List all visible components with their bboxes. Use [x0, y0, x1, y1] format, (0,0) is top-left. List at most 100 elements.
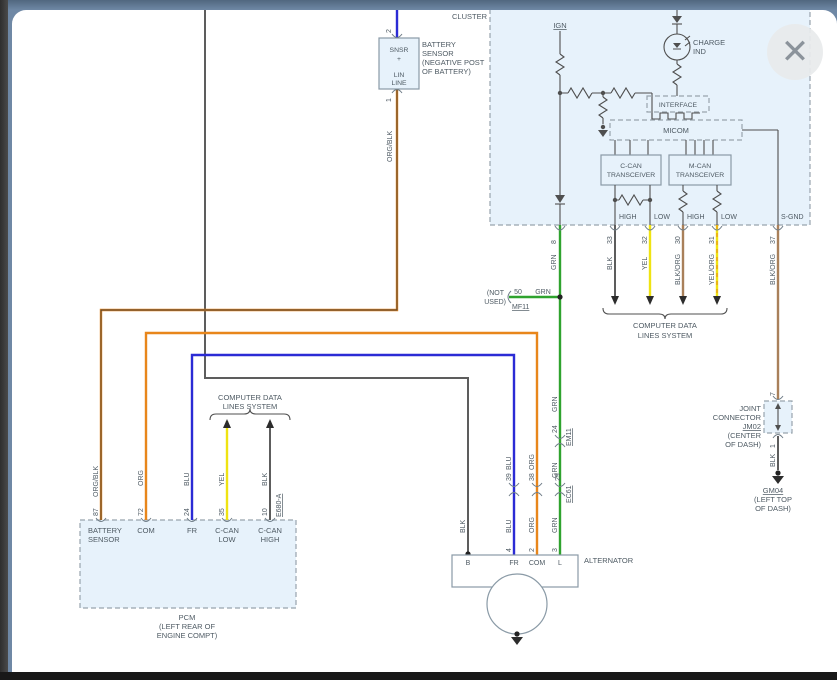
- connector-id: MF11: [512, 304, 529, 311]
- snsr-label: +: [397, 56, 401, 63]
- pin-number: 37: [770, 236, 777, 244]
- pin-number: 4: [506, 548, 513, 552]
- pin-number: 30: [675, 236, 682, 244]
- mcan-label: M-CAN: [689, 163, 711, 170]
- pcm-caption: (LEFT REAR OF: [159, 622, 216, 631]
- joint-connector-caption: OF DASH): [725, 440, 761, 449]
- junction-dot: [557, 294, 563, 300]
- wire-color-label: GRN: [551, 254, 558, 270]
- pin-number: 38: [529, 473, 536, 481]
- charge-ind-label: IND: [693, 47, 707, 56]
- wire-color-label: BLK: [607, 256, 614, 270]
- computer-data-lines-label: LINES SYSTEM: [638, 331, 693, 340]
- wire-color-label: BLU: [506, 456, 513, 470]
- wire-color-label: YEL/ORG: [709, 254, 716, 285]
- mcan-label: TRANSCEIVER: [676, 172, 724, 179]
- wire-color-label: YEL: [642, 257, 649, 270]
- wire-color-label: BLK: [460, 519, 467, 533]
- s-gnd-label: S-GND: [781, 214, 804, 221]
- m-high-label: HIGH: [687, 214, 705, 221]
- computer-data-lines-label: LINES SYSTEM: [223, 402, 278, 411]
- wire-color-label: ORG/BLK: [387, 131, 394, 162]
- window-bottom-bar: [0, 672, 837, 680]
- alt-terminal: FR: [509, 560, 518, 567]
- ccan-label: TRANSCEIVER: [607, 172, 655, 179]
- pcm-terminal: FR: [187, 526, 198, 535]
- pcm-terminal: SENSOR: [88, 535, 120, 544]
- pin-number: 2: [386, 29, 393, 33]
- pin-number: 39: [506, 473, 513, 481]
- ground-icon: [514, 631, 520, 637]
- connector-id: EC61: [566, 485, 573, 503]
- not-used-label: (NOT: [487, 290, 505, 297]
- pcm-terminal: LOW: [218, 535, 236, 544]
- pin-number: 29: [555, 473, 562, 481]
- not-used-label: USED): [484, 299, 506, 306]
- wiring-diagram: INSTRUMENT CLUSTER IGN CHARGE IND INTERF…: [79, 2, 811, 645]
- data-line-arrows: [223, 296, 721, 428]
- ground-icon: [775, 470, 781, 476]
- wire-color-label: ORG: [529, 454, 536, 470]
- wire-color-label: ORG/BLK: [93, 466, 100, 497]
- snsr-label: LINE: [391, 80, 407, 87]
- connector-id: EM11: [566, 428, 573, 446]
- pin-number: 2: [529, 548, 536, 552]
- pcm-caption: PCM: [179, 613, 196, 622]
- wire-color-label: BLU: [184, 472, 191, 486]
- joint-connector-caption: CONNECTOR: [713, 413, 762, 422]
- pin-number: 24: [552, 425, 559, 433]
- battery-sensor-caption: (NEGATIVE POST: [422, 58, 485, 67]
- pin-number: 8: [551, 240, 558, 244]
- close-button[interactable]: ✕: [767, 24, 823, 80]
- connector-id: JM02: [743, 422, 761, 431]
- pin-number: 72: [138, 508, 145, 516]
- window-left-edge: [0, 0, 8, 680]
- interface-label: INTERFACE: [659, 102, 698, 109]
- generator-icon: [486, 573, 548, 635]
- c-low-label: LOW: [654, 214, 670, 221]
- ground-caption: OF DASH): [755, 504, 791, 513]
- cluster-title: CLUSTER: [452, 12, 488, 21]
- close-icon: ✕: [780, 33, 810, 71]
- wire-color-label: BLK/ORG: [675, 254, 682, 285]
- mcan-transceiver-box: [668, 154, 732, 186]
- pin-number: 10: [262, 508, 269, 516]
- alternator-label: ALTERNATOR: [584, 556, 634, 565]
- snsr-label: SNSR: [390, 47, 409, 54]
- pin-number: 7: [770, 392, 777, 396]
- ground-id: GM04: [763, 486, 783, 495]
- pcm-terminal: BATTERY: [88, 526, 122, 535]
- c-high-label: HIGH: [619, 214, 637, 221]
- pcm-terminal: HIGH: [261, 535, 280, 544]
- joint-connector-caption: (CENTER: [728, 431, 762, 440]
- pin-number: 32: [642, 236, 649, 244]
- pin-number: 31: [709, 236, 716, 244]
- wire-color-label: BLK: [770, 453, 777, 467]
- wire-color-label: GRN: [552, 396, 559, 412]
- wire-color-label: GRN: [535, 289, 551, 296]
- pin-number: 50: [514, 289, 522, 296]
- charge-ind-label: CHARGE: [693, 38, 725, 47]
- pcm-terminal: COM: [137, 526, 155, 535]
- battery-sensor-caption: BATTERY: [422, 40, 456, 49]
- pcm-caption: ENGINE COMPT): [157, 631, 218, 640]
- wire-color-label: ORG: [529, 517, 536, 533]
- ground-icon: [600, 124, 606, 130]
- ground-caption: (LEFT TOP: [754, 495, 792, 504]
- alt-terminal: L: [558, 560, 562, 567]
- wiring-diagram-page: INSTRUMENT CLUSTER IGN CHARGE IND INTERF…: [0, 0, 837, 680]
- pin-number: 1: [386, 98, 393, 102]
- joint-connector-caption: JOINT: [739, 404, 761, 413]
- m-low-label: LOW: [721, 214, 737, 221]
- pin-number: 24: [184, 508, 191, 516]
- ccan-transceiver-box: [600, 154, 662, 186]
- wire-color-label: GRN: [552, 517, 559, 533]
- wire-color-label: BLK: [262, 472, 269, 486]
- computer-data-lines-label: COMPUTER DATA: [218, 393, 282, 402]
- pin-number: 87: [93, 508, 100, 516]
- wire-color-label: YEL: [219, 473, 226, 486]
- pin-number: 35: [219, 508, 226, 516]
- brace-cluster-datalines: [602, 307, 728, 320]
- window-top-bar: [8, 0, 837, 10]
- wire-color-label: BLU: [506, 519, 513, 533]
